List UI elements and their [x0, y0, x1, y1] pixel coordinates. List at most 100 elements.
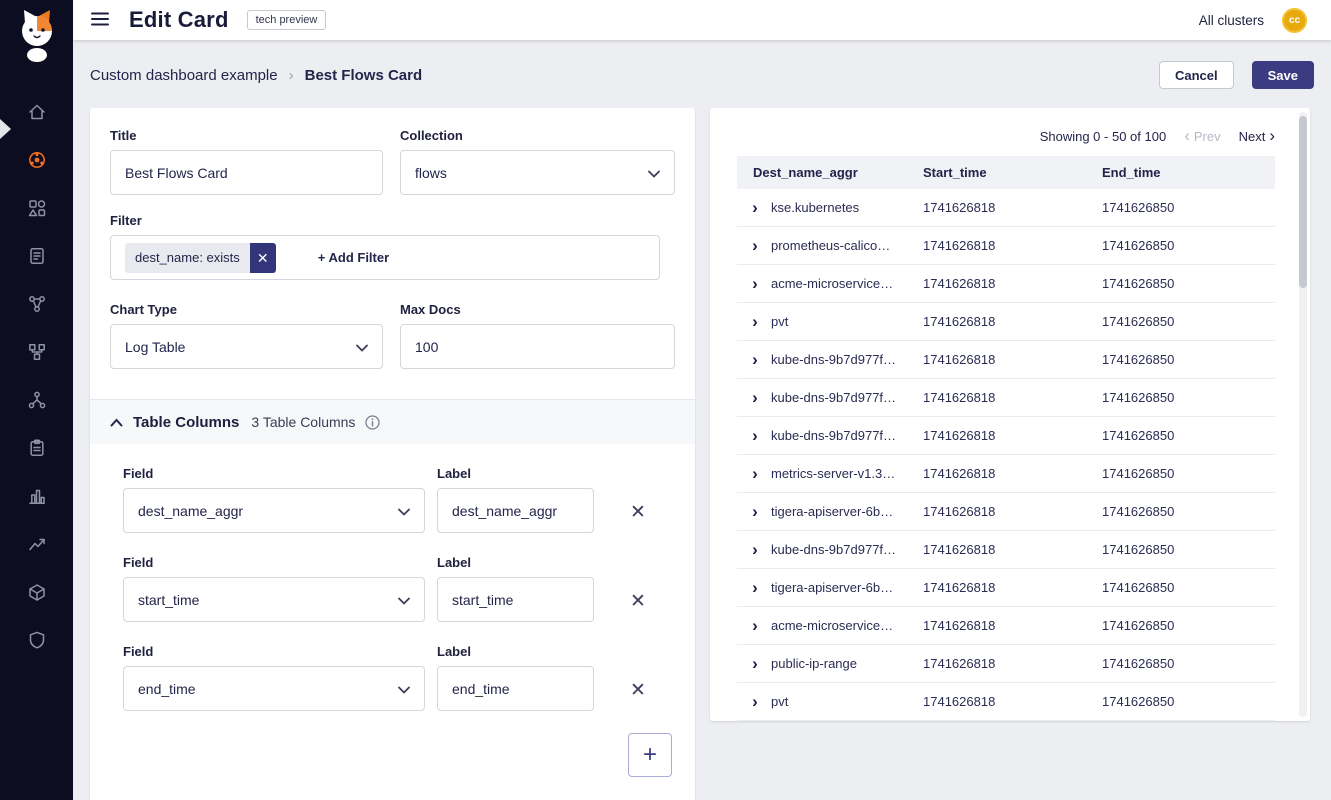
column-field-select-2[interactable]: end_time: [123, 666, 425, 711]
row-expand-chevron-icon[interactable]: ›: [747, 275, 763, 292]
cell-dest-name: public-ip-range: [771, 656, 857, 671]
max-docs-label: Max Docs: [400, 302, 675, 317]
collection-select[interactable]: flows: [400, 150, 675, 195]
filter-chip-remove-button[interactable]: ✕: [250, 243, 276, 273]
remove-column-button-2[interactable]: ✕: [630, 681, 646, 700]
cell-dest-name: tigera-apiserver-6b…: [771, 580, 893, 595]
sidebar-item-dashboards[interactable]: [0, 137, 73, 185]
max-docs-input[interactable]: [400, 324, 675, 369]
row-expand-chevron-icon[interactable]: ›: [747, 465, 763, 482]
card-preview-panel: Showing 0 - 50 of 100 ‹ Prev Next › Dest…: [710, 108, 1310, 721]
chevron-right-icon: ›: [1269, 127, 1275, 144]
column-header: End_time: [1102, 165, 1275, 180]
column-label-input-1[interactable]: [437, 577, 594, 622]
security-shield-icon: [27, 630, 47, 653]
table-row[interactable]: › tigera-apiserver-6b… 1741626818 174162…: [737, 493, 1275, 531]
table-row[interactable]: › pvt 1741626818 1741626850: [737, 303, 1275, 341]
row-expand-chevron-icon[interactable]: ›: [747, 237, 763, 254]
table-row[interactable]: › acme-microservice… 1741626818 17416268…: [737, 265, 1275, 303]
row-expand-chevron-icon[interactable]: ›: [747, 617, 763, 634]
shapes-icon: [27, 198, 47, 221]
sidebar-item-policies[interactable]: [0, 233, 73, 281]
row-expand-chevron-icon[interactable]: ›: [747, 313, 763, 330]
row-expand-chevron-icon[interactable]: ›: [747, 655, 763, 672]
table-row[interactable]: › public-ip-range 1741626818 1741626850: [737, 645, 1275, 683]
row-expand-chevron-icon[interactable]: ›: [747, 389, 763, 406]
prev-page-button[interactable]: ‹ Prev: [1184, 129, 1220, 144]
row-expand-chevron-icon[interactable]: ›: [747, 427, 763, 444]
column-field-value: dest_name_aggr: [138, 503, 243, 519]
row-expand-chevron-icon[interactable]: ›: [747, 579, 763, 596]
sidebar-item-metrics[interactable]: [0, 473, 73, 521]
collapse-section-button[interactable]: [110, 415, 123, 430]
sidebar-edge-notch: [0, 119, 11, 139]
sidebar-item-clusters[interactable]: [0, 377, 73, 425]
sidebar-item-network-flows[interactable]: [0, 281, 73, 329]
table-row[interactable]: › metrics-server-v1.3… 1741626818 174162…: [737, 455, 1275, 493]
table-row[interactable]: › kube-dns-9b7d977f… 1741626818 17416268…: [737, 379, 1275, 417]
preview-scrollbar[interactable]: [1299, 112, 1307, 717]
next-label: Next: [1239, 129, 1266, 144]
filter-chip: dest_name: exists ✕: [125, 243, 276, 273]
remove-column-button-1[interactable]: ✕: [630, 592, 646, 611]
sidebar-item-reports[interactable]: [0, 425, 73, 473]
add-column-button[interactable]: +: [628, 733, 672, 777]
sidebar-item-security[interactable]: [0, 617, 73, 665]
sidebar-item-performance[interactable]: [0, 521, 73, 569]
table-row[interactable]: › tigera-apiserver-6b… 1741626818 174162…: [737, 569, 1275, 607]
row-expand-chevron-icon[interactable]: ›: [747, 693, 763, 710]
sidebar-item-workloads[interactable]: [0, 569, 73, 617]
cell-start-time: 1741626818: [923, 466, 1102, 481]
column-label-input-0[interactable]: [437, 488, 594, 533]
cancel-button[interactable]: Cancel: [1159, 61, 1234, 89]
menu-toggle-button[interactable]: [89, 9, 111, 32]
app-root: Edit Card tech preview All clusters cc C…: [0, 0, 1331, 800]
field-label: Field: [123, 644, 425, 659]
calico-logo[interactable]: [15, 8, 59, 65]
info-icon: [365, 415, 380, 430]
cluster-selector[interactable]: All clusters: [1199, 13, 1264, 28]
filter-box[interactable]: dest_name: exists ✕ + Add Filter: [110, 235, 660, 280]
preview-scrollbar-thumb[interactable]: [1299, 116, 1307, 288]
save-button[interactable]: Save: [1252, 61, 1314, 89]
table-row[interactable]: › kse.kubernetes 1741626818 1741626850: [737, 189, 1275, 227]
cell-dest-name: pvt: [771, 314, 788, 329]
table-row[interactable]: › kube-dns-9b7d977f… 1741626818 17416268…: [737, 341, 1275, 379]
table-row[interactable]: › kube-dns-9b7d977f… 1741626818 17416268…: [737, 531, 1275, 569]
column-label-input-2[interactable]: [437, 666, 594, 711]
row-expand-chevron-icon[interactable]: ›: [747, 351, 763, 368]
cell-dest-name: pvt: [771, 694, 788, 709]
pagination-status: Showing 0 - 50 of 100: [1040, 129, 1166, 144]
column-field-select-0[interactable]: dest_name_aggr: [123, 488, 425, 533]
table-row[interactable]: › prometheus-calico… 1741626818 17416268…: [737, 227, 1275, 265]
table-row[interactable]: › acme-microservice… 1741626818 17416268…: [737, 607, 1275, 645]
label-label: Label: [437, 466, 594, 481]
table-columns-count: 3 Table Columns: [251, 414, 355, 430]
breadcrumb: Custom dashboard example › Best Flows Ca…: [90, 67, 422, 84]
table-row[interactable]: › kube-dns-9b7d977f… 1741626818 17416268…: [737, 417, 1275, 455]
row-expand-chevron-icon[interactable]: ›: [747, 199, 763, 216]
title-input[interactable]: [110, 150, 383, 195]
breadcrumb-parent[interactable]: Custom dashboard example: [90, 67, 278, 84]
remove-column-button-0[interactable]: ✕: [630, 503, 646, 522]
add-filter-button[interactable]: + Add Filter: [318, 250, 389, 265]
avatar[interactable]: cc: [1282, 8, 1307, 33]
home-icon: [27, 102, 47, 125]
workloads-box-icon: [27, 582, 47, 605]
card-editor-panel: Title Collection flows Filter: [90, 108, 695, 800]
cell-dest-name: kube-dns-9b7d977f…: [771, 352, 896, 367]
column-field-select-1[interactable]: start_time: [123, 577, 425, 622]
table-row[interactable]: › pvt 1741626818 1741626850: [737, 683, 1275, 721]
label-label: Label: [437, 555, 594, 570]
chart-type-select[interactable]: Log Table: [110, 324, 383, 369]
cell-start-time: 1741626818: [923, 238, 1102, 253]
cell-dest-name: kube-dns-9b7d977f…: [771, 428, 896, 443]
next-page-button[interactable]: Next ›: [1239, 129, 1275, 144]
sidebar-item-topology[interactable]: [0, 329, 73, 377]
cell-dest-name: tigera-apiserver-6b…: [771, 504, 893, 519]
sidebar-item-services[interactable]: [0, 185, 73, 233]
row-expand-chevron-icon[interactable]: ›: [747, 503, 763, 520]
cell-dest-name: acme-microservice…: [771, 276, 893, 291]
row-expand-chevron-icon[interactable]: ›: [747, 541, 763, 558]
field-label: Field: [123, 466, 425, 481]
